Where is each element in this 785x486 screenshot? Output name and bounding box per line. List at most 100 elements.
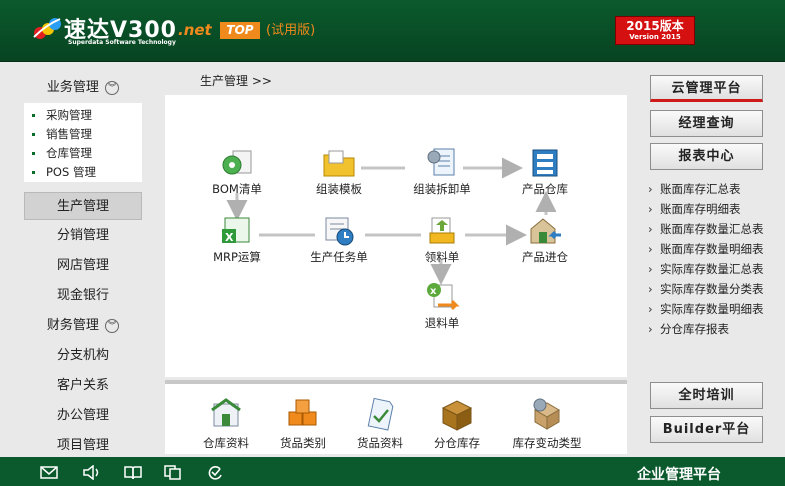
sidebar: 业务管理 ︾ 采购管理 销售管理 仓库管理 POS 管理 生产管理 分销管理 网… — [0, 62, 160, 457]
refresh-check-icon[interactable] — [206, 465, 224, 480]
report-link[interactable]: › 账面库存数量汇总表 — [648, 219, 764, 239]
sidebar-sublist: 采购管理 销售管理 仓库管理 POS 管理 — [24, 103, 142, 182]
node-bom-label: BOM清单 — [212, 182, 262, 196]
version-title: 2015版本 — [626, 19, 684, 33]
node-return[interactable]: x 退料单 — [402, 279, 482, 330]
basic-data-bar: 仓库资料 货品类别 货品资料 分仓库存 库存变动类型 — [165, 380, 627, 454]
inbound-icon — [530, 218, 561, 244]
app-footer: 企业管理平台 — [0, 457, 785, 486]
book-icon[interactable] — [124, 465, 142, 480]
sidebar-item-online-store[interactable]: 网店管理 — [24, 252, 142, 280]
training-button[interactable]: 全时培训 — [650, 382, 763, 409]
report-link[interactable]: › 账面库存明细表 — [648, 199, 764, 219]
builder-platform-button[interactable]: Builder平台 — [650, 416, 763, 443]
bottom-branch-stock[interactable]: 分仓库存 — [417, 396, 497, 451]
node-bom[interactable]: BOM清单 — [197, 145, 277, 196]
sidebar-subitem-purchase[interactable]: 采购管理 — [32, 106, 142, 125]
report-link-label: 实际库存数量分类表 — [660, 282, 764, 296]
node-mrp[interactable]: X MRP运算 — [197, 213, 277, 264]
breadcrumb: 生产管理 >> — [200, 74, 272, 88]
sidebar-item-crm[interactable]: 客户关系 — [24, 372, 142, 400]
top-badge: TOP — [220, 22, 260, 39]
bottom-goods-data[interactable]: 货品资料 — [340, 396, 420, 451]
sidebar-item-office[interactable]: 办公管理 — [24, 402, 142, 430]
node-task-label: 生产任务单 — [310, 250, 368, 264]
node-assembly[interactable]: 组装拆卸单 — [402, 145, 482, 196]
spreadsheet-icon: X — [222, 217, 250, 244]
sidebar-subitem-sales[interactable]: 销售管理 — [32, 125, 142, 144]
report-link-label: 账面库存汇总表 — [660, 182, 741, 196]
sidebar-group-finance[interactable]: 财务管理 ︾ — [24, 316, 142, 336]
bottom-goods-category[interactable]: 货品类别 — [263, 396, 343, 451]
schedule-icon — [325, 217, 354, 246]
chevron-right-icon: › — [648, 282, 653, 296]
chevron-right-icon: › — [648, 302, 653, 316]
bottom-warehouse-data[interactable]: 仓库资料 — [186, 396, 266, 451]
pick-icon — [429, 217, 455, 244]
copy-icon[interactable] — [164, 465, 182, 480]
bottom-label: 分仓库存 — [434, 436, 480, 450]
version-badge: 2015版本 Version 2015 — [615, 16, 695, 45]
cloud-platform-button[interactable]: 云管理平台 — [650, 75, 763, 102]
node-warehouse-label: 产品仓库 — [522, 182, 568, 196]
report-link[interactable]: › 账面库存汇总表 — [648, 179, 764, 199]
bottom-label: 货品类别 — [280, 436, 326, 450]
report-center-button[interactable]: 报表中心 — [650, 143, 763, 170]
document-icon — [367, 397, 394, 431]
node-inbound[interactable]: 产品进仓 — [505, 213, 585, 264]
speaker-icon[interactable] — [82, 465, 100, 480]
svg-text:x: x — [430, 286, 437, 297]
manager-query-button[interactable]: 经理查询 — [650, 110, 763, 137]
sidebar-item-distribution[interactable]: 分销管理 — [24, 222, 142, 250]
logo-net: .net — [178, 21, 212, 39]
chevron-down-icon[interactable]: ︾ — [105, 318, 120, 333]
sidebar-subitem-warehouse[interactable]: 仓库管理 — [32, 144, 142, 163]
chevron-right-icon: › — [648, 182, 653, 196]
app-header: 速达V300 .net Superdata Software Technolog… — [0, 0, 785, 62]
node-return-label: 退料单 — [424, 316, 460, 330]
report-link-label: 实际库存数量汇总表 — [660, 262, 764, 276]
node-warehouse[interactable]: 产品仓库 — [505, 145, 585, 196]
node-pick[interactable]: 领料单 — [402, 213, 482, 264]
report-link[interactable]: › 实际库存数量汇总表 — [648, 259, 764, 279]
right-panel: 云管理平台 经理查询 报表中心 › 账面库存汇总表 › 账面库存明细表 › 账面库存数… — [632, 62, 785, 457]
warehouse-data-icon — [211, 398, 241, 427]
version-subtitle: Version 2015 — [629, 33, 681, 41]
logo-mark-icon — [33, 18, 61, 39]
sidebar-item-branches[interactable]: 分支机构 — [24, 342, 142, 370]
node-mrp-label: MRP运算 — [213, 250, 261, 264]
chevron-down-icon[interactable]: ︾ — [105, 80, 120, 95]
svg-text:X: X — [225, 231, 234, 244]
sidebar-group-label: 业务管理 — [46, 80, 99, 95]
report-link[interactable]: › 账面库存数量明细表 — [648, 239, 764, 259]
node-template-label: 组装模板 — [316, 182, 362, 196]
sidebar-item-production[interactable]: 生产管理 — [24, 192, 142, 220]
chevron-right-icon: › — [648, 322, 653, 336]
sidebar-item-cash-bank[interactable]: 现金银行 — [24, 282, 142, 310]
report-link[interactable]: › 实际库存数量分类表 — [648, 279, 764, 299]
report-link-label: 账面库存明细表 — [660, 202, 741, 216]
logo-subtitle: Superdata Software Technology — [68, 39, 176, 46]
stock-change-icon — [533, 398, 560, 430]
mail-icon[interactable] — [40, 465, 58, 480]
sidebar-group-label: 财务管理 — [46, 318, 99, 333]
node-template[interactable]: 组装模板 — [299, 145, 379, 196]
bottom-label: 库存变动类型 — [512, 436, 582, 450]
bottom-stock-change-type[interactable]: 库存变动类型 — [499, 396, 595, 451]
report-link-label: 分仓库存报表 — [660, 322, 729, 336]
report-link[interactable]: › 分仓库存报表 — [648, 319, 764, 339]
crate-icon — [441, 400, 473, 431]
sidebar-group-business[interactable]: 业务管理 ︾ — [24, 78, 142, 98]
sidebar-subitem-pos[interactable]: POS 管理 — [32, 163, 142, 182]
report-link[interactable]: › 实际库存数量明细表 — [648, 299, 764, 319]
assembly-icon — [427, 148, 455, 176]
chevron-right-icon: › — [648, 202, 653, 216]
report-link-label: 账面库存数量汇总表 — [660, 222, 764, 236]
bottom-label: 仓库资料 — [203, 436, 249, 450]
warehouse-icon — [532, 149, 558, 177]
chevron-right-icon: › — [648, 222, 653, 236]
report-link-label: 实际库存数量明细表 — [660, 302, 764, 316]
chevron-right-icon: › — [648, 262, 653, 276]
node-task[interactable]: 生产任务单 — [299, 213, 379, 264]
sidebar-item-project[interactable]: 项目管理 — [24, 432, 142, 460]
